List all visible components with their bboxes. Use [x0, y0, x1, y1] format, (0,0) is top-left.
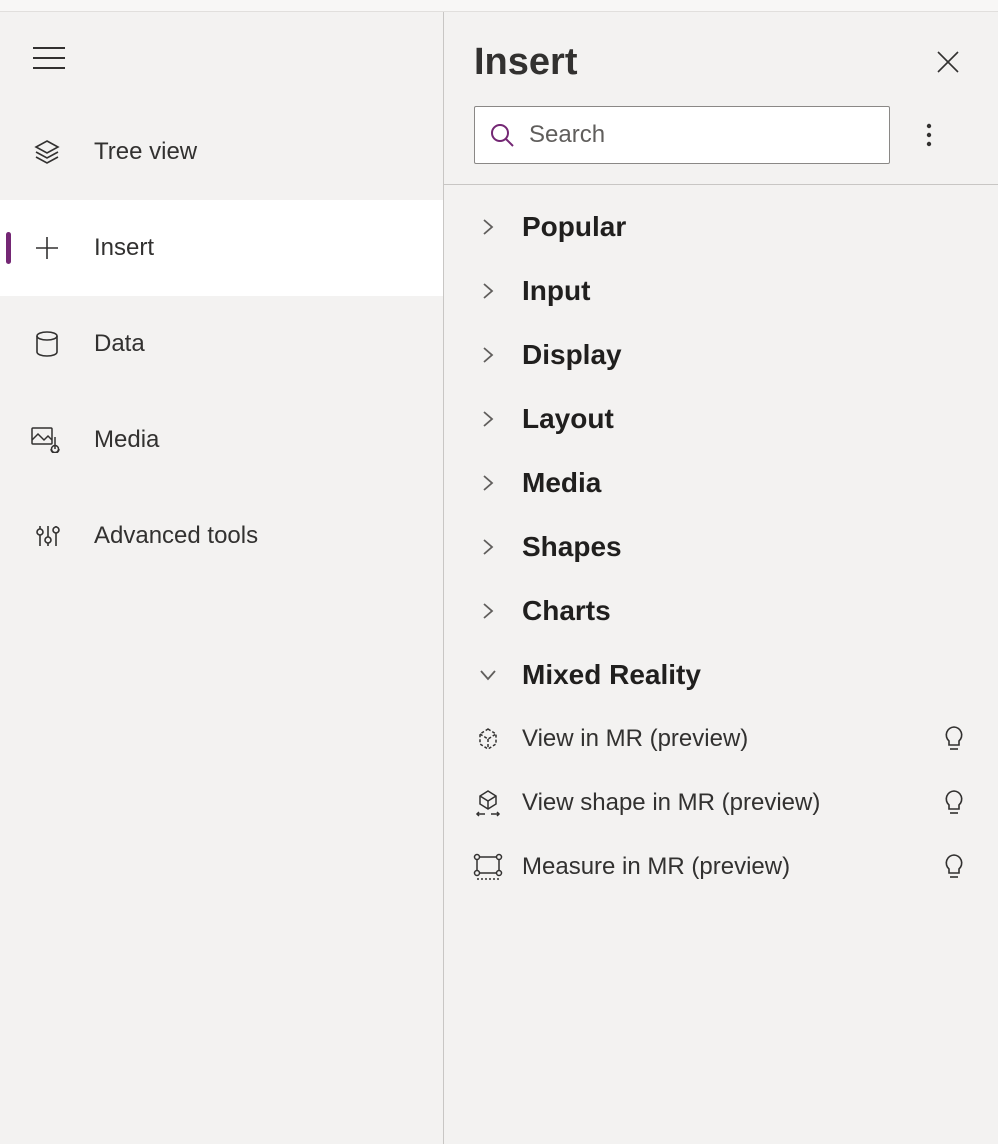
insert-item-view-shape-in-mr[interactable]: View shape in MR (preview) [444, 771, 998, 835]
category-media[interactable]: Media [444, 451, 998, 515]
panel-header: Insert [444, 12, 998, 86]
hamburger-button[interactable] [0, 12, 98, 104]
media-icon [30, 423, 64, 457]
sidebar-item-tree-view[interactable]: Tree view [0, 104, 443, 200]
search-row [444, 86, 998, 185]
measure-icon [468, 853, 508, 881]
hamburger-icon [33, 46, 65, 70]
lightbulb-icon[interactable] [938, 789, 970, 817]
sidebar-item-label: Advanced tools [94, 522, 258, 550]
category-popular[interactable]: Popular [444, 195, 998, 259]
sidebar-item-advanced-tools[interactable]: Advanced tools [0, 488, 443, 584]
category-mixed-reality[interactable]: Mixed Reality [444, 643, 998, 707]
sidebar: Tree view Insert Data [0, 12, 444, 1144]
lightbulb-icon[interactable] [938, 725, 970, 753]
category-display[interactable]: Display [444, 323, 998, 387]
category-list: Popular Input Display Layout [444, 185, 998, 899]
insert-item-view-in-mr[interactable]: View in MR (preview) [444, 707, 998, 771]
close-icon [935, 49, 961, 75]
close-button[interactable] [928, 42, 968, 82]
category-input[interactable]: Input [444, 259, 998, 323]
chevron-right-icon [474, 345, 502, 365]
sidebar-item-label: Insert [94, 234, 154, 262]
app-root: Tree view Insert Data [0, 12, 998, 1144]
insert-panel: Insert [444, 12, 998, 1144]
cube-icon [468, 725, 508, 753]
category-label: Media [522, 467, 601, 499]
chevron-right-icon [474, 537, 502, 557]
lightbulb-icon[interactable] [938, 853, 970, 881]
category-shapes[interactable]: Shapes [444, 515, 998, 579]
chevron-down-icon [474, 668, 502, 682]
chevron-right-icon [474, 217, 502, 237]
insert-item-measure-in-mr[interactable]: Measure in MR (preview) [444, 835, 998, 899]
category-charts[interactable]: Charts [444, 579, 998, 643]
insert-item-label: Measure in MR (preview) [522, 853, 938, 881]
tools-icon [30, 519, 64, 553]
insert-item-label: View shape in MR (preview) [522, 789, 938, 817]
category-label: Layout [522, 403, 614, 435]
category-label: Mixed Reality [522, 659, 701, 691]
category-label: Display [522, 339, 622, 371]
chevron-right-icon [474, 601, 502, 621]
more-button[interactable] [902, 108, 956, 162]
search-input[interactable] [529, 121, 889, 149]
cube-arrows-icon [468, 788, 508, 818]
top-bar [0, 0, 998, 12]
category-label: Popular [522, 211, 626, 243]
sidebar-item-data[interactable]: Data [0, 296, 443, 392]
sidebar-item-media[interactable]: Media [0, 392, 443, 488]
layers-icon [30, 135, 64, 169]
panel-title: Insert [474, 41, 577, 84]
search-icon [475, 121, 529, 149]
insert-item-label: View in MR (preview) [522, 725, 938, 753]
sidebar-item-label: Tree view [94, 138, 197, 166]
chevron-right-icon [474, 473, 502, 493]
search-box[interactable] [474, 106, 890, 164]
database-icon [30, 327, 64, 361]
category-label: Charts [522, 595, 611, 627]
chevron-right-icon [474, 281, 502, 301]
category-label: Shapes [522, 531, 622, 563]
chevron-right-icon [474, 409, 502, 429]
category-layout[interactable]: Layout [444, 387, 998, 451]
category-label: Input [522, 275, 590, 307]
plus-icon [30, 231, 64, 265]
sidebar-item-label: Media [94, 426, 159, 454]
sidebar-item-insert[interactable]: Insert [0, 200, 443, 296]
sidebar-item-label: Data [94, 330, 145, 358]
more-vertical-icon [926, 122, 932, 148]
